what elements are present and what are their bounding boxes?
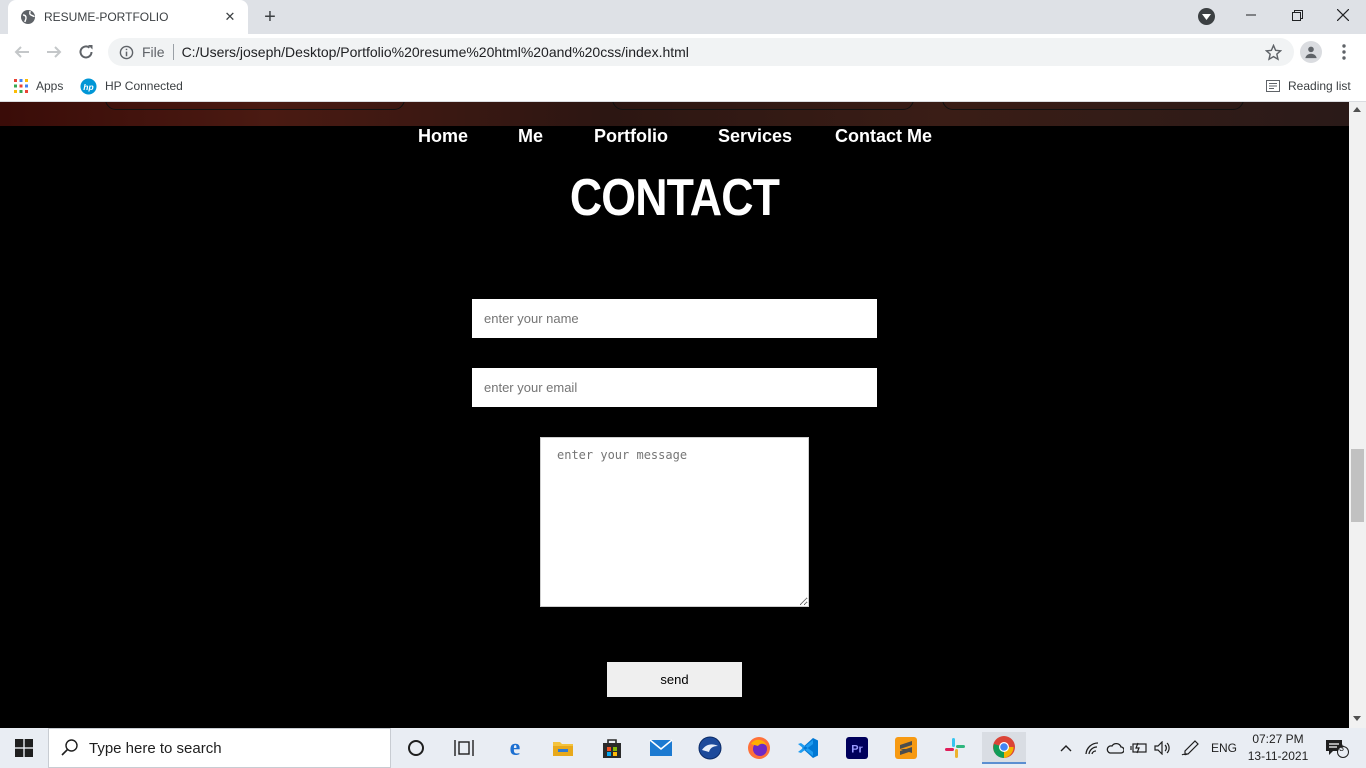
bookmark-label: Apps — [36, 79, 64, 93]
tab-strip: RESUME-PORTFOLIO ✕ + — [0, 0, 1366, 34]
name-field[interactable] — [472, 299, 877, 338]
cortana-icon[interactable] — [394, 732, 438, 764]
slack-icon[interactable] — [933, 732, 977, 764]
send-button[interactable]: send — [607, 662, 742, 697]
language-indicator[interactable]: ENG — [1206, 738, 1242, 758]
notification-count: 3 — [1339, 743, 1345, 753]
scroll-down-icon[interactable] — [1353, 716, 1361, 721]
nav-contact-me[interactable]: Contact Me — [835, 126, 932, 147]
edge-icon[interactable]: e — [493, 732, 537, 764]
clock[interactable]: 07:27 PM 13-11-2021 — [1244, 731, 1312, 765]
page-scrollbar[interactable] — [1349, 102, 1366, 728]
reload-icon[interactable] — [74, 40, 98, 64]
bookmark-star-icon[interactable] — [1264, 43, 1282, 61]
file-explorer-icon[interactable] — [541, 732, 585, 764]
info-icon[interactable] — [118, 44, 134, 60]
hero-background — [0, 102, 1349, 126]
nav-portfolio[interactable]: Portfolio — [594, 126, 668, 147]
taskbar-search[interactable]: Type here to search — [48, 728, 391, 768]
globe-icon — [20, 9, 36, 25]
search-icon — [61, 738, 79, 759]
address-bar[interactable]: File C:/Users/joseph/Desktop/Portfolio%2… — [108, 38, 1294, 66]
hero-button-outline — [105, 102, 405, 110]
thunderbird-icon[interactable] — [688, 732, 732, 764]
bookmark-apps[interactable]: Apps — [14, 76, 63, 96]
reading-list-button[interactable]: Reading list — [1266, 76, 1351, 96]
premiere-pro-icon[interactable]: Pr — [835, 732, 879, 764]
mail-icon[interactable] — [639, 732, 683, 764]
scroll-thumb[interactable] — [1351, 449, 1364, 522]
bookmark-label: HP Connected — [105, 79, 183, 93]
browser-tab[interactable]: RESUME-PORTFOLIO ✕ — [8, 0, 248, 34]
onedrive-icon[interactable] — [1105, 738, 1125, 758]
hp-logo-icon: hp — [80, 77, 97, 95]
nav-services[interactable]: Services — [718, 126, 792, 147]
apps-grid-icon — [14, 79, 28, 93]
clock-date: 13-11-2021 — [1247, 749, 1309, 763]
svg-text:Pr: Pr — [851, 744, 863, 756]
message-field[interactable] — [540, 437, 809, 607]
profile-avatar-icon[interactable] — [1300, 41, 1322, 63]
clock-time: 07:27 PM — [1252, 732, 1304, 746]
chrome-icon[interactable] — [982, 732, 1026, 764]
close-window-icon[interactable] — [1320, 0, 1366, 30]
section-title: CONTACT — [569, 169, 780, 227]
main-nav: Home Me Portfolio Services Contact Me — [0, 126, 1349, 148]
tab-search-icon[interactable] — [1198, 8, 1215, 25]
notifications-icon[interactable]: 3 — [1322, 738, 1352, 758]
bookmark-hp-connected[interactable]: hp HP Connected — [80, 76, 183, 96]
wifi-icon[interactable] — [1083, 738, 1101, 758]
nav-home[interactable]: Home — [418, 126, 468, 147]
bookmarks-bar: Apps hp HP Connected Reading list — [0, 70, 1366, 102]
address-scheme: File — [142, 44, 165, 60]
restore-icon[interactable] — [1274, 0, 1320, 30]
more-menu-icon[interactable] — [1334, 42, 1354, 62]
firefox-icon[interactable] — [737, 732, 781, 764]
email-field[interactable] — [472, 368, 877, 407]
scroll-up-icon[interactable] — [1353, 107, 1361, 112]
back-arrow-icon[interactable] — [10, 40, 34, 64]
pen-icon[interactable] — [1180, 738, 1200, 758]
address-url[interactable]: C:/Users/joseph/Desktop/Portfolio%20resu… — [182, 44, 689, 60]
store-icon[interactable] — [590, 732, 634, 764]
address-divider — [172, 44, 174, 60]
tab-title: RESUME-PORTFOLIO — [44, 10, 169, 24]
svg-text:hp: hp — [83, 81, 93, 91]
reading-list-icon — [1266, 80, 1280, 92]
page-viewport: Home Me Portfolio Services Contact Me CO… — [0, 102, 1349, 728]
taskbar: Type here to search e Pr ENG 07:27 PM 13… — [0, 728, 1366, 768]
vscode-icon[interactable] — [786, 732, 830, 764]
svg-text:e: e — [510, 737, 521, 759]
nav-me[interactable]: Me — [518, 126, 543, 147]
browser-toolbar: File C:/Users/joseph/Desktop/Portfolio%2… — [0, 34, 1366, 70]
new-tab-button[interactable]: + — [258, 5, 282, 29]
show-hidden-icons-icon[interactable] — [1058, 738, 1074, 758]
windows-start-icon[interactable] — [0, 728, 48, 768]
search-placeholder: Type here to search — [89, 739, 222, 757]
reading-list-label: Reading list — [1288, 79, 1351, 93]
sublime-text-icon[interactable] — [884, 732, 928, 764]
battery-icon[interactable] — [1129, 738, 1149, 758]
task-view-icon[interactable] — [442, 732, 486, 764]
minimize-icon[interactable] — [1228, 0, 1274, 30]
hero-button-outline — [612, 102, 914, 110]
volume-icon[interactable] — [1153, 738, 1173, 758]
close-tab-icon[interactable]: ✕ — [222, 9, 238, 25]
hero-button-outline — [942, 102, 1244, 110]
forward-arrow-icon[interactable] — [42, 40, 66, 64]
